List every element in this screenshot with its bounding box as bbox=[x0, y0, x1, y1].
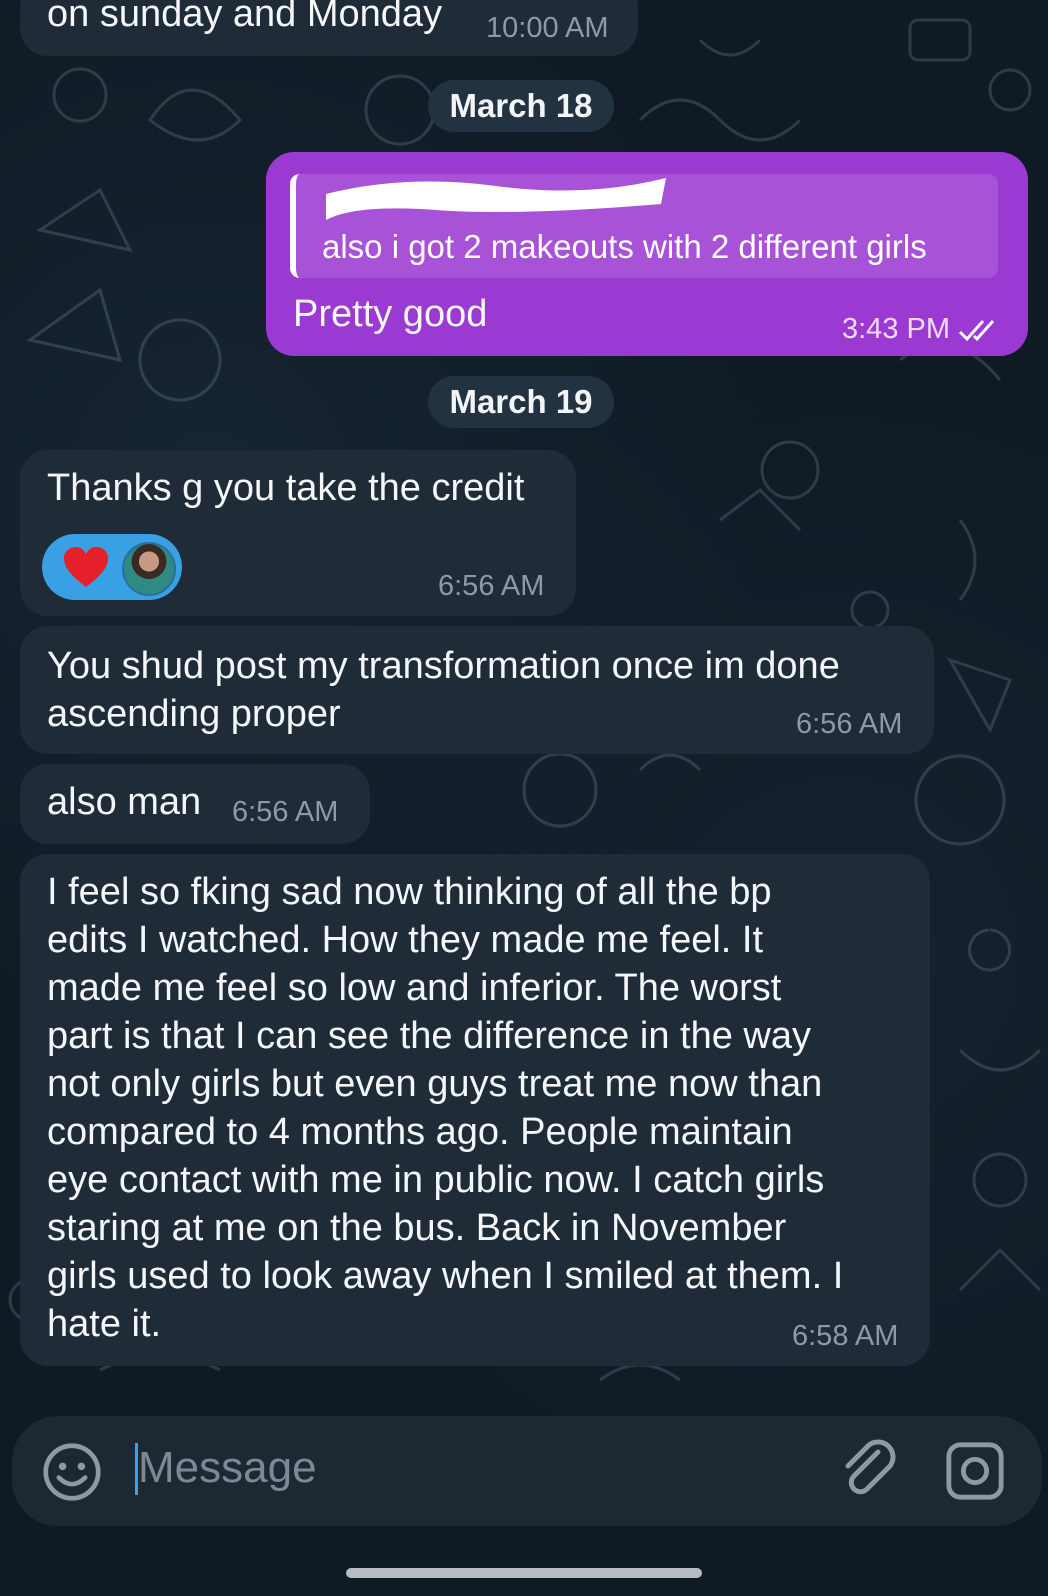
message-text-line: not only girls but even guys treat me no… bbox=[47, 1063, 823, 1105]
message-text-line: part is that I can see the difference in… bbox=[47, 1015, 811, 1057]
message-text: Pretty good bbox=[293, 293, 488, 335]
avatar bbox=[122, 542, 176, 596]
message-text-line: eye contact with me in public now. I cat… bbox=[47, 1159, 825, 1201]
message-time: 6:56 AM bbox=[438, 570, 545, 602]
message-input[interactable]: Message bbox=[138, 1443, 317, 1493]
message-text-line: You shud post my transformation once im … bbox=[47, 645, 840, 687]
outgoing-message-bubble[interactable]: also i got 2 makeouts with 2 different g… bbox=[266, 152, 1028, 356]
message-text: Thanks g you take the credit bbox=[47, 467, 525, 509]
message-text-line: ascending proper bbox=[47, 693, 341, 735]
incoming-message-bubble[interactable]: You shud post my transformation once im … bbox=[20, 626, 934, 754]
message-composer[interactable]: Message bbox=[12, 1416, 1042, 1526]
message-text-line: girls used to look away when I smiled at… bbox=[47, 1255, 844, 1297]
message-text: on sunday and Monday bbox=[47, 0, 443, 35]
date-separator: March 19 bbox=[428, 376, 614, 428]
camera-icon[interactable] bbox=[944, 1440, 1006, 1502]
heart-icon bbox=[64, 547, 108, 587]
message-text-line: made me feel so low and inferior. The wo… bbox=[47, 967, 782, 1009]
incoming-message-bubble[interactable]: also man 6:56 AM bbox=[20, 764, 370, 844]
message-time: 6:58 AM bbox=[792, 1320, 899, 1352]
incoming-message-bubble[interactable]: Thanks g you take the credit 6:56 AM bbox=[20, 450, 576, 616]
message-time: 3:43 PM bbox=[842, 313, 950, 345]
message-time: 6:56 AM bbox=[232, 796, 339, 828]
smiley-icon[interactable] bbox=[42, 1442, 102, 1502]
reply-text: also i got 2 makeouts with 2 different g… bbox=[322, 228, 927, 265]
message-text-line: edits I watched. How they made me feel. … bbox=[47, 919, 764, 961]
message-time: 6:56 AM bbox=[796, 708, 903, 740]
message-text-line: hate it. bbox=[47, 1303, 162, 1345]
attach-icon[interactable] bbox=[838, 1438, 902, 1502]
message-text-line: compared to 4 months ago. People maintai… bbox=[47, 1111, 793, 1153]
message-text-block: I feel so fking sad now thinking of all … bbox=[47, 868, 907, 1348]
reaction-pill[interactable] bbox=[42, 534, 182, 600]
incoming-message-bubble[interactable]: I feel so fking sad now thinking of all … bbox=[20, 854, 930, 1366]
reply-preview[interactable]: also i got 2 makeouts with 2 different g… bbox=[290, 174, 998, 278]
message-text: also man bbox=[47, 781, 202, 823]
redaction-scribble bbox=[326, 178, 666, 220]
message-time: 10:00 AM bbox=[486, 12, 609, 44]
incoming-message-bubble[interactable]: on sunday and Monday 10:00 AM bbox=[20, 0, 638, 56]
home-indicator[interactable] bbox=[346, 1568, 702, 1578]
double-check-icon bbox=[958, 320, 995, 342]
message-text-line: I feel so fking sad now thinking of all … bbox=[47, 871, 772, 913]
message-text-line: staring at me on the bus. Back in Novemb… bbox=[47, 1207, 787, 1249]
date-separator: March 18 bbox=[428, 80, 614, 132]
